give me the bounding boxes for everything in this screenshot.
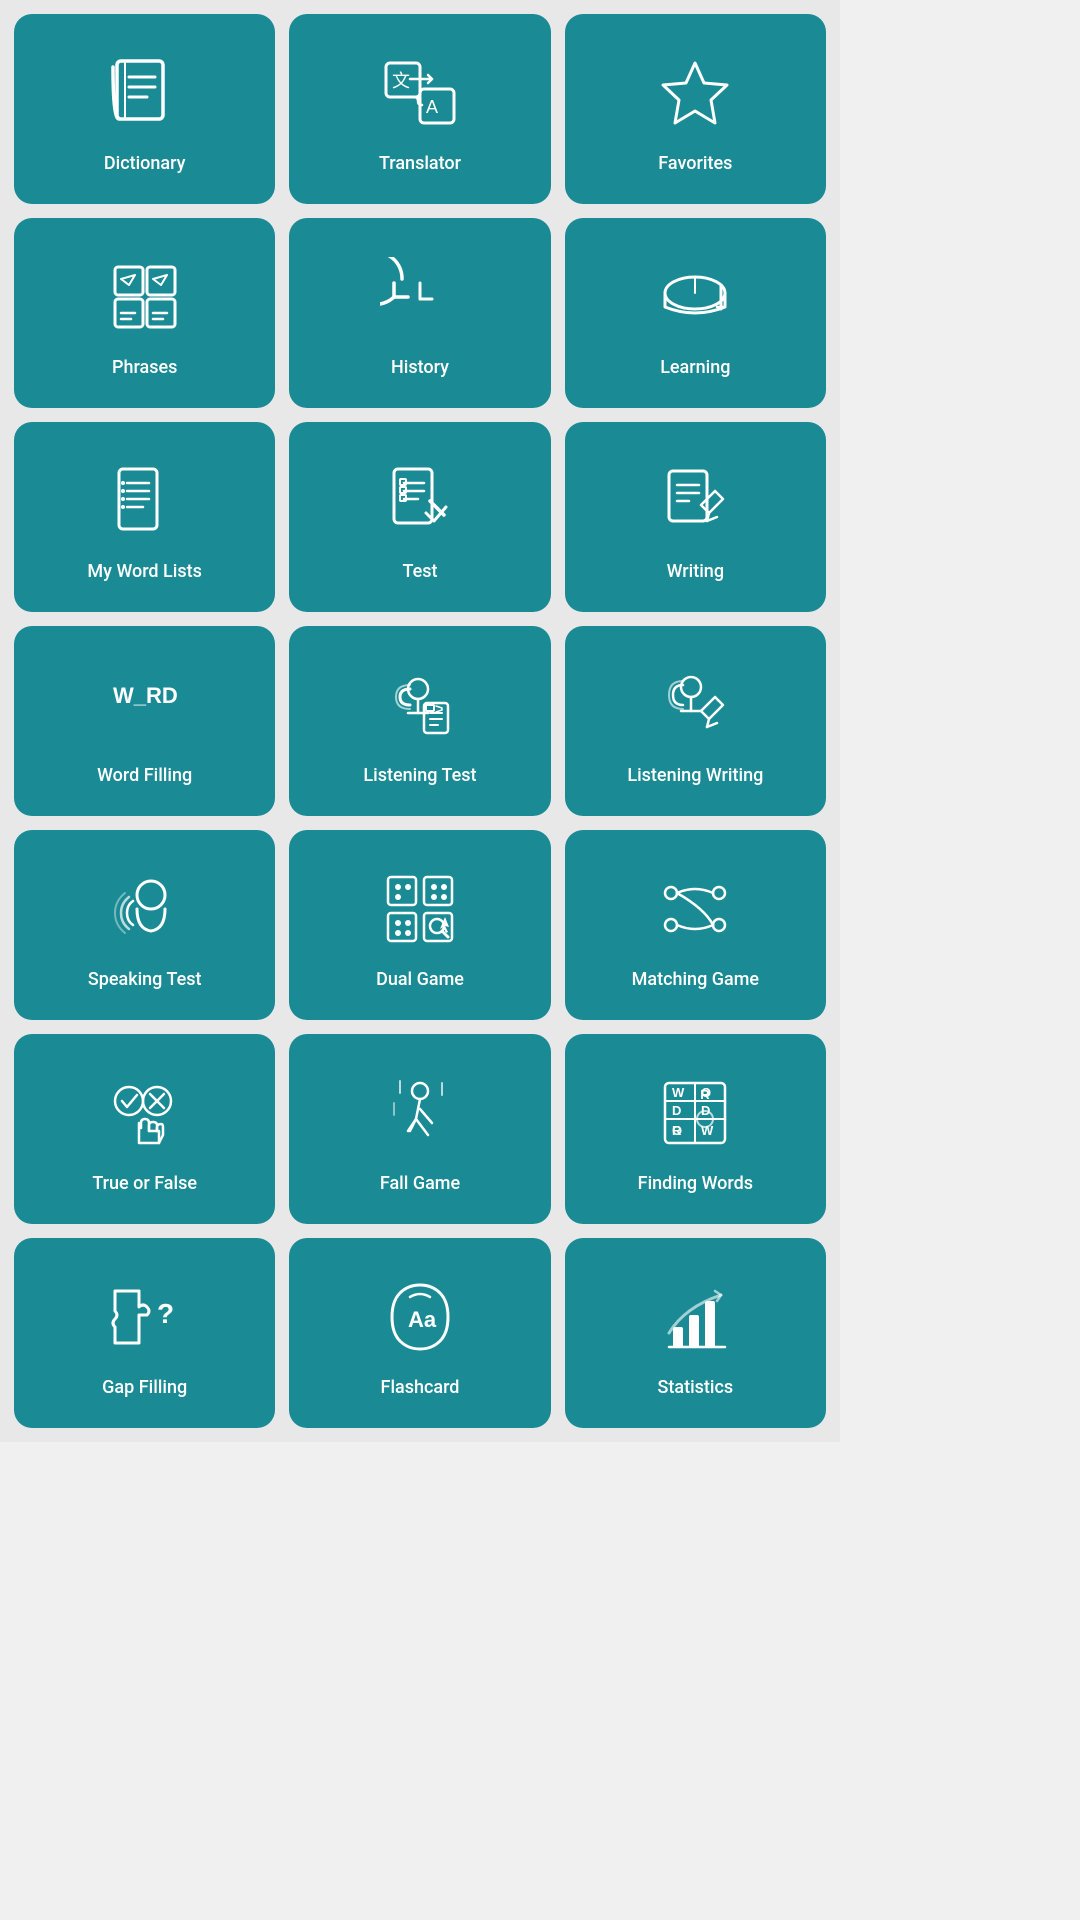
true-or-false-icon [100, 1068, 190, 1158]
tile-flashcard[interactable]: Aa Flashcard [289, 1238, 550, 1428]
listening-test-label: Listening Test [363, 764, 476, 787]
svg-text:A: A [426, 97, 438, 117]
listening-writing-icon [650, 660, 740, 750]
flashcard-label: Flashcard [381, 1376, 460, 1399]
tile-writing[interactable]: Writing [565, 422, 826, 612]
gap-filling-icon: ? [100, 1272, 190, 1362]
test-icon [375, 456, 465, 546]
finding-words-label: Finding Words [638, 1172, 753, 1195]
tile-my-word-lists[interactable]: My Word Lists [14, 422, 275, 612]
phrases-label: Phrases [112, 356, 177, 379]
tile-fall-game[interactable]: Fall Game [289, 1034, 550, 1224]
phrases-icon [100, 252, 190, 342]
tile-listening-test[interactable]: Listening Test [289, 626, 550, 816]
tile-learning[interactable]: Learning [565, 218, 826, 408]
writing-label: Writing [667, 560, 724, 583]
tile-history[interactable]: History [289, 218, 550, 408]
gap-filling-label: Gap Filling [102, 1376, 187, 1399]
tile-finding-words[interactable]: W O D D R W R O Finding Words [565, 1034, 826, 1224]
tile-dictionary[interactable]: Dictionary [14, 14, 275, 204]
svg-text:R: R [701, 1087, 711, 1102]
learning-icon [650, 252, 740, 342]
dual-game-label: Dual Game [376, 968, 464, 991]
svg-text:?: ? [157, 1298, 174, 1329]
tile-matching-game[interactable]: Matching Game [565, 830, 826, 1020]
favorites-icon [650, 48, 740, 138]
speaking-test-label: Speaking Test [88, 968, 202, 991]
svg-text:Aa: Aa [408, 1307, 437, 1332]
true-or-false-label: True or False [92, 1172, 197, 1195]
dictionary-icon [100, 48, 190, 138]
svg-text:W: W [701, 1123, 714, 1138]
tile-test[interactable]: Test [289, 422, 550, 612]
svg-text:文: 文 [392, 71, 410, 91]
svg-text:W: W [672, 1085, 685, 1100]
svg-text:W_RD: W_RD [113, 683, 178, 708]
matching-game-label: Matching Game [632, 968, 759, 991]
dual-game-icon [375, 864, 465, 954]
finding-words-icon: W O D D R W R O [650, 1068, 740, 1158]
main-grid: Dictionary 文 A Translator Favorites [0, 0, 840, 1442]
svg-text:D: D [672, 1103, 681, 1118]
tile-listening-writing[interactable]: Listening Writing [565, 626, 826, 816]
learning-label: Learning [660, 356, 730, 379]
writing-icon [650, 456, 740, 546]
statistics-label: Statistics [657, 1376, 733, 1399]
word-filling-icon: W_RD [100, 660, 190, 750]
word-filling-label: Word Filling [97, 764, 192, 787]
matching-game-icon [650, 864, 740, 954]
tile-speaking-test[interactable]: Speaking Test [14, 830, 275, 1020]
translator-icon: 文 A [375, 48, 465, 138]
dictionary-label: Dictionary [104, 152, 186, 175]
svg-text:O: O [672, 1123, 682, 1138]
tile-gap-filling[interactable]: ? Gap Filling [14, 1238, 275, 1428]
listening-writing-label: Listening Writing [627, 764, 763, 787]
tile-phrases[interactable]: Phrases [14, 218, 275, 408]
tile-statistics[interactable]: Statistics [565, 1238, 826, 1428]
statistics-icon [650, 1272, 740, 1362]
history-label: History [391, 356, 449, 379]
test-label: Test [402, 560, 437, 583]
speaking-test-icon [100, 864, 190, 954]
fall-game-icon [375, 1068, 465, 1158]
favorites-label: Favorites [658, 152, 732, 175]
fall-game-label: Fall Game [380, 1172, 460, 1195]
history-icon [375, 252, 465, 342]
tile-translator[interactable]: 文 A Translator [289, 14, 550, 204]
tile-word-filling[interactable]: W_RD Word Filling [14, 626, 275, 816]
tile-true-or-false[interactable]: True or False [14, 1034, 275, 1224]
tile-favorites[interactable]: Favorites [565, 14, 826, 204]
my-word-lists-icon [100, 456, 190, 546]
translator-label: Translator [379, 152, 461, 175]
tile-dual-game[interactable]: Dual Game [289, 830, 550, 1020]
my-word-lists-label: My Word Lists [87, 560, 201, 583]
flashcard-icon: Aa [375, 1272, 465, 1362]
listening-test-icon [375, 660, 465, 750]
